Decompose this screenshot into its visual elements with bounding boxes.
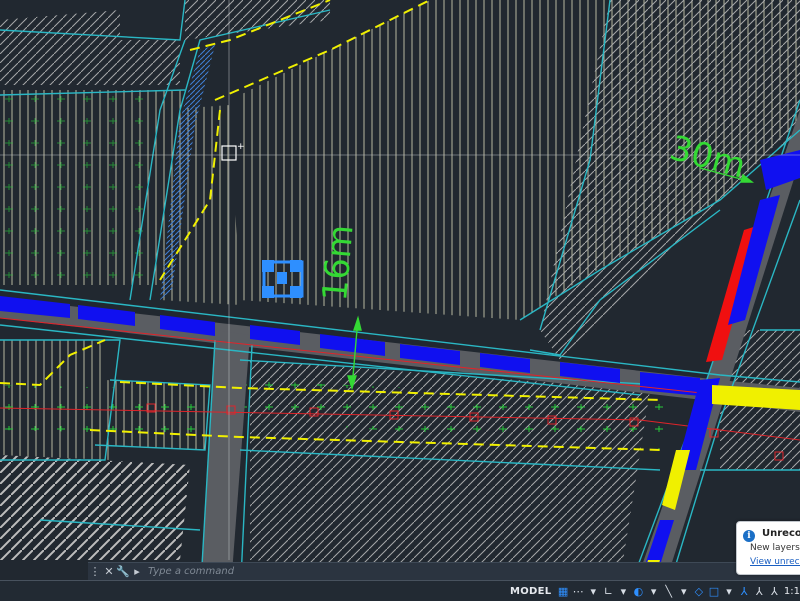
drawing-canvas[interactable]: + 30m 16m — [0, 0, 800, 600]
annotation-visibility-icon[interactable]: ⅄ — [737, 583, 752, 599]
wrench-icon[interactable]: 🔧 — [116, 565, 130, 578]
dimension-label-16m: 16m — [315, 223, 362, 303]
annotation-scale-icon[interactable]: ⅄ — [767, 583, 782, 599]
info-icon: i — [743, 530, 755, 542]
annotation-scale-value[interactable]: 1:1 — [784, 586, 800, 597]
cursor-plus: + — [237, 142, 245, 152]
auto-scale-icon[interactable]: ⅄ — [752, 583, 767, 599]
grip-handle-icon[interactable]: ⋮ — [88, 565, 102, 578]
status-bar: MODEL ▦ ⋯ ▾ ∟ ▾ ◐ ▾ ╲ ▾ ◇ □ ▾ ⅄ ⅄ ⅄ 1:1 — [0, 580, 800, 601]
close-icon[interactable]: ✕ — [102, 565, 116, 578]
dropdown-arrow-icon[interactable]: ▾ — [586, 583, 601, 599]
object-snap-icon[interactable]: □ — [706, 583, 721, 599]
grid-icon[interactable]: ▦ — [555, 583, 570, 599]
notification-title: Unreconc — [762, 528, 800, 539]
recent-commands-icon[interactable]: ▸ — [130, 565, 144, 578]
dropdown-arrow-icon[interactable]: ▾ — [616, 583, 631, 599]
dropdown-arrow-icon[interactable]: ▾ — [646, 583, 661, 599]
model-space-button[interactable]: MODEL — [506, 586, 555, 597]
dropdown-arrow-icon[interactable]: ▾ — [722, 583, 737, 599]
isodraft-icon[interactable]: ╲ — [661, 583, 676, 599]
notification-link[interactable]: View unrecon — [750, 557, 800, 567]
ortho-icon[interactable]: ∟ — [601, 583, 616, 599]
command-input[interactable] — [144, 564, 712, 579]
notification-body: New layers w — [750, 543, 800, 553]
dropdown-arrow-icon[interactable]: ▾ — [676, 583, 691, 599]
snap-icon[interactable]: ⋯ — [571, 583, 586, 599]
object-snap-tracking-icon[interactable]: ◇ — [691, 583, 706, 599]
notification-balloon[interactable]: i Unreconc New layers w View unrecon — [736, 521, 800, 575]
polar-tracking-icon[interactable]: ◐ — [631, 583, 646, 599]
command-line: ⋮ ✕ 🔧 ▸ — [88, 562, 800, 580]
